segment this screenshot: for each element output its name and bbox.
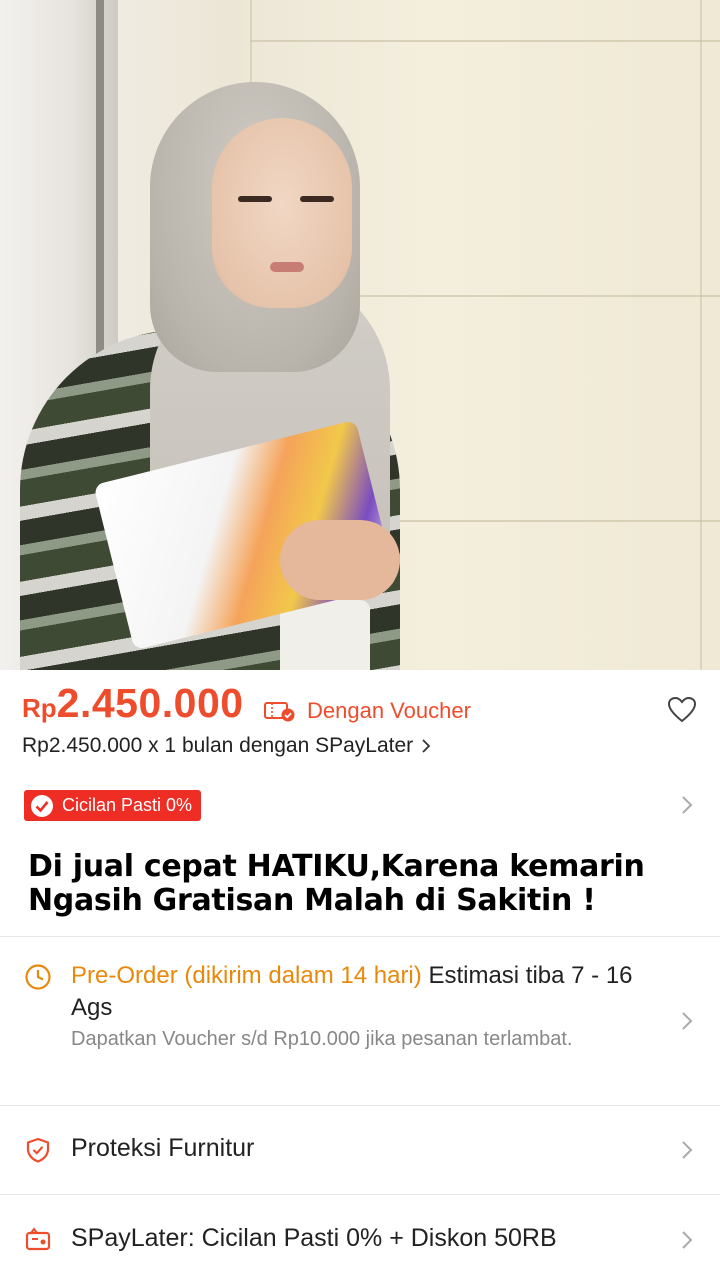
spaylater-promo-label: SPayLater: Cicilan Pasti 0% + Diskon 50R…: [71, 1224, 557, 1252]
product-image[interactable]: [0, 0, 720, 670]
chevron-right-icon[interactable]: [680, 794, 694, 816]
photo-eye: [238, 196, 272, 202]
check-badge-icon: [31, 794, 53, 817]
price-currency: Rp: [22, 693, 57, 723]
protection-label: Proteksi Furnitur: [71, 1134, 255, 1162]
shield-icon: [26, 1137, 50, 1163]
cicilan-badge-label: Cicilan Pasti 0%: [62, 795, 193, 815]
photo-mouth: [270, 262, 304, 272]
late-voucher-note: Dapatkan Voucher s/d Rp10.000 jika pesan…: [71, 1028, 573, 1050]
clock-icon: [25, 964, 51, 990]
photo-eye: [300, 196, 334, 202]
product-title: Di jual cepat HATIKU,Karena kemarin Ngas…: [28, 849, 645, 918]
photo-tile-line: [250, 40, 720, 42]
photo-face: [212, 118, 352, 308]
voucher-label[interactable]: Dengan Voucher: [307, 698, 471, 724]
price-value: 2.450.000: [56, 680, 244, 726]
divider: [0, 1105, 720, 1106]
divider: [0, 1194, 720, 1195]
heart-icon[interactable]: [666, 694, 698, 726]
payment-card-icon: [25, 1227, 51, 1251]
voucher-icon: [264, 702, 295, 722]
photo-tile-vertical: [700, 0, 702, 670]
preorder-label: Pre-Order (dikirim dalam 14 hari): [71, 962, 422, 989]
price: Rp 2.450.000: [22, 680, 244, 730]
shipping-info: Pre-Order (dikirim dalam 14 hari) Estima…: [71, 960, 671, 1024]
photo-hand: [280, 520, 400, 600]
cicilan-badge[interactable]: Cicilan Pasti 0%: [24, 790, 202, 821]
spaylater-installment-link[interactable]: Rp2.450.000 x 1 bulan dengan SPayLater: [22, 734, 431, 758]
divider: [0, 936, 720, 937]
spaylater-installment-text: Rp2.450.000 x 1 bulan dengan SPayLater: [22, 734, 414, 757]
chevron-right-icon: [682, 1141, 693, 1159]
chevron-right-icon: [422, 739, 431, 753]
chevron-right-icon: [682, 1231, 693, 1249]
chevron-right-icon: [682, 1012, 693, 1030]
